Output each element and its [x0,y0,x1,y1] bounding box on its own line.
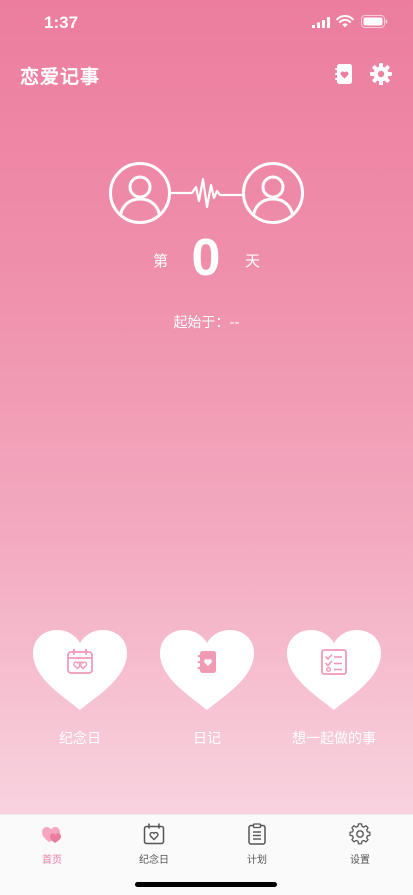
diary-heart-icon[interactable] [333,63,355,85]
wifi-icon [336,15,354,28]
tab-home[interactable]: 首页 [22,823,82,869]
gear-icon [349,823,371,845]
person-icon [251,175,295,221]
diary-label: 日记 [193,731,221,747]
page-title: 恋爱记事 [20,66,101,88]
anniversary-label: 纪念日 [59,731,101,747]
tab-anniversary[interactable]: 纪念日 [124,823,184,869]
calendar-heart-icon [143,823,165,845]
tab-home-label: 首页 [42,855,62,866]
status-bar: 1:37 [0,0,413,46]
couple-graphic [106,162,306,224]
diary-button[interactable]: 日记 [160,630,254,750]
tab-plan[interactable]: 计划 [227,823,287,869]
start-date[interactable]: 起始于：-- [0,312,413,332]
tab-settings[interactable]: 设置 [330,823,390,869]
gear-icon[interactable] [369,62,393,86]
person-icon [118,175,162,221]
cellular-signal-icon [312,17,330,28]
start-date-label: 起始于： [173,315,230,331]
tab-plan-label: 计划 [247,855,267,866]
start-date-value: -- [229,315,240,331]
battery-icon [361,15,388,28]
tab-settings-label: 设置 [350,855,370,866]
diary-heart-icon [197,651,216,673]
day-count: 0 [191,229,221,287]
home-indicator [135,882,277,887]
day-suffix: 天 [245,252,261,270]
heartbeat-icon [170,177,244,209]
avatar[interactable] [109,162,171,224]
checklist-icon [321,649,347,675]
day-prefix: 第 [153,252,169,270]
home-heart-icon [42,827,61,843]
plan-button[interactable]: 想一起做的事 [287,630,381,750]
plan-label: 想一起做的事 [292,731,376,747]
clipboard-icon [248,823,266,845]
anniversary-button[interactable]: 纪念日 [33,630,127,750]
avatar[interactable] [242,162,304,224]
calendar-heart-icon [67,648,93,674]
status-time: 1:37 [44,13,79,32]
tab-anniversary-label: 纪念日 [139,855,169,866]
